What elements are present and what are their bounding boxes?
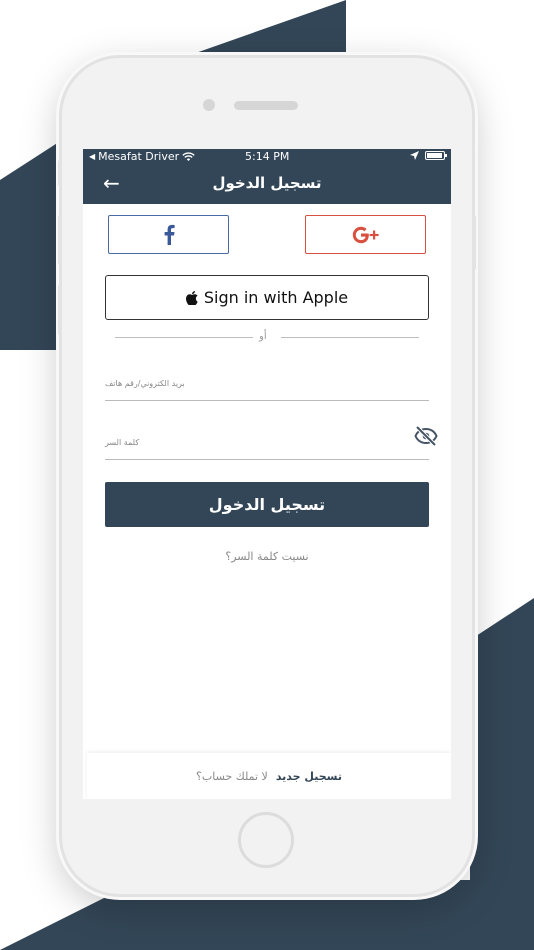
battery-icon: [425, 151, 447, 160]
google-login-button[interactable]: [305, 215, 426, 254]
power-button: [472, 215, 476, 270]
app-bar: ← تسجيل الدخول: [83, 164, 451, 204]
divider-left: [115, 337, 253, 338]
apple-icon: [185, 290, 198, 305]
login-button[interactable]: تسجيل الدخول: [105, 482, 429, 527]
facebook-icon: [164, 224, 175, 245]
divider-or: أو: [259, 331, 267, 342]
page-title: تسجيل الدخول: [212, 174, 322, 192]
status-left: ◀ Mesafat Driver: [89, 150, 195, 163]
password-underline: [105, 459, 429, 460]
wifi-icon: [182, 151, 195, 161]
apple-login-button[interactable]: Sign in with Apple: [105, 275, 429, 320]
speaker: [234, 101, 298, 110]
camera: [203, 99, 215, 111]
volume-up-button: [58, 215, 62, 265]
volume-down-button: [58, 285, 62, 335]
email-input[interactable]: بريد الكتروني/رقم هاتف: [105, 379, 185, 388]
status-time: 5:14 PM: [245, 150, 290, 163]
back-to-app-icon: ◀: [89, 152, 96, 161]
no-account-text: لا تملك حساب؟: [196, 769, 268, 783]
home-button[interactable]: [238, 812, 294, 868]
password-input[interactable]: كلمة السر: [105, 438, 139, 447]
eye-off-icon[interactable]: [414, 425, 438, 447]
forgot-password-link[interactable]: نسيت كلمة السر؟: [83, 550, 451, 563]
location-arrow-icon: [410, 151, 419, 160]
facebook-login-button[interactable]: [108, 215, 229, 254]
app-screen: ◀ Mesafat Driver 5:14 PM ← تسجيل الدخول: [83, 149, 451, 799]
email-underline: [105, 400, 429, 401]
apple-login-label: Sign in with Apple: [203, 288, 349, 307]
divider-right: [281, 337, 419, 338]
side-button: [58, 160, 62, 186]
register-link[interactable]: تسجيل جديد: [276, 770, 342, 783]
google-plus-icon: [352, 226, 379, 243]
status-right: [410, 151, 447, 160]
carrier-label: Mesafat Driver: [98, 150, 180, 163]
status-bar: ◀ Mesafat Driver 5:14 PM: [83, 149, 451, 164]
register-bar: تسجيل جديد لا تملك حساب؟: [87, 753, 451, 799]
